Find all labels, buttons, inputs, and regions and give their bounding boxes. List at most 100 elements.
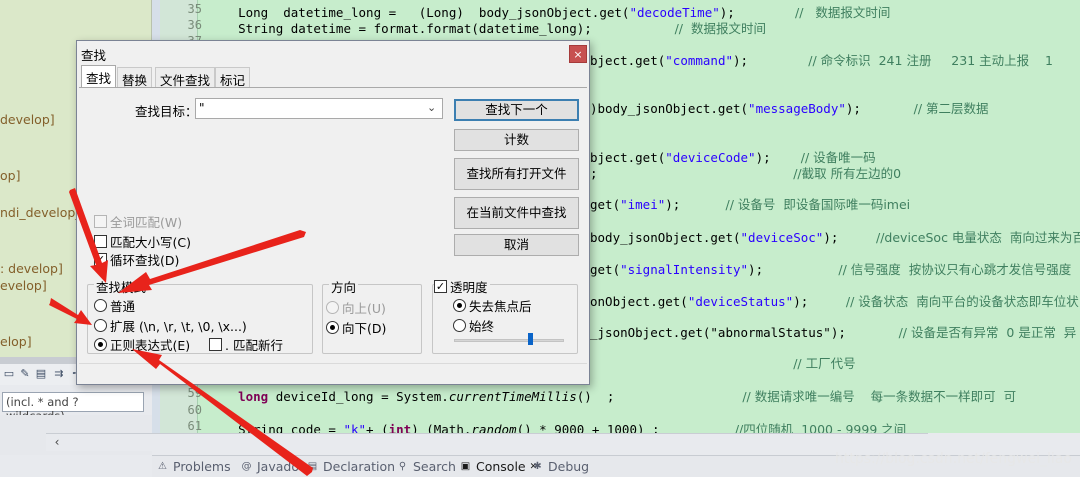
direction-down-label: 向下(D) — [342, 321, 387, 336]
code-line-fragment[interactable]: body_jsonObject.get("deviceSoc"); //devi… — [590, 227, 1080, 246]
close-button[interactable]: × — [569, 45, 587, 63]
dialog-status-bar — [79, 363, 587, 383]
tab-problems[interactable]: ⚠ Problems — [156, 459, 231, 474]
mode-normal-label: 普通 — [110, 299, 136, 314]
transparency-on-lose-focus-radio[interactable]: 失去焦点后 — [453, 296, 532, 315]
problems-icon: ⚠ — [158, 461, 167, 472]
always-label: 始终 — [469, 319, 495, 334]
checkmark-icon: ✓ — [94, 253, 107, 266]
project-tree-item[interactable]: evelop] — [0, 278, 47, 293]
project-tree-item[interactable]: ndi_develop_ — [0, 205, 82, 220]
code-line-fragment[interactable]: // 工厂代号 — [590, 353, 855, 372]
filter-input[interactable]: (incl. * and ? wildcards) — [2, 392, 144, 423]
code-line-fragment[interactable]: onObject.get("deviceStatus"); // 设备状态 南向… — [590, 291, 1079, 310]
tab-search[interactable]: ⚲ Search — [396, 459, 456, 474]
match-case-checkbox[interactable]: 匹配大小写(C) — [94, 232, 191, 251]
radio-icon — [326, 301, 339, 314]
mode-regex-radio[interactable]: 正则表达式(E) — [94, 335, 190, 354]
tab-find-in-files[interactable]: 文件查找 — [155, 67, 216, 88]
code-line-fragment[interactable]: _jsonObject.get("abnormalStatus"); // 设备… — [590, 322, 1076, 341]
on-lose-focus-label: 失去焦点后 — [469, 299, 532, 314]
find-dialog: 查找 × 查找 替换 文件查找 标记 查找目标： " ⌄ 查找下一个 计数 查找… — [76, 40, 590, 385]
whole-word-checkbox[interactable]: 全词匹配(W) — [94, 212, 182, 231]
match-case-label: 匹配大小写(C) — [110, 235, 191, 250]
tab-find[interactable]: 查找 — [81, 65, 117, 87]
cancel-button[interactable]: 取消 — [454, 234, 579, 256]
project-tree-item[interactable]: : develop] — [0, 261, 63, 276]
horizontal-scrollbar[interactable] — [46, 433, 928, 451]
dot-matches-newline-label: . 匹配新行 — [225, 338, 283, 353]
tab-label: Javadoc — [257, 459, 306, 474]
debug-icon: ✱ — [533, 461, 542, 472]
dialog-title: 查找 — [81, 48, 107, 63]
scroll-left-icon[interactable]: ‹ — [50, 434, 64, 450]
code-line[interactable]: String code = "k"+ (int) (Math.random() … — [208, 419, 906, 433]
tab-debug[interactable]: ✱ Debug — [531, 459, 589, 474]
declaration-icon: ▤ — [307, 461, 318, 472]
tab-label: Problems — [173, 459, 231, 474]
find-all-open-files-button[interactable]: 查找所有打开文件 — [454, 158, 579, 190]
javadoc-icon: @ — [241, 461, 252, 472]
code-line-fragment[interactable]: )body_jsonObject.get("messageBody"); // … — [590, 98, 989, 117]
radio-icon — [94, 319, 107, 332]
direction-up-label: 向上(U) — [342, 301, 386, 316]
mode-regex-label: 正则表达式(E) — [110, 338, 191, 353]
line-number: 35 — [187, 2, 202, 16]
layout-icon[interactable]: ▤ — [34, 367, 48, 381]
console-view-icon[interactable]: ▭ — [2, 367, 16, 381]
tab-mark[interactable]: 标记 — [215, 67, 251, 88]
tab-declaration[interactable]: ▤ Declaration — [306, 459, 395, 474]
watermark: https://blog.csdn.net/fengwei_liao — [835, 451, 1072, 467]
transparency-always-radio[interactable]: 始终 — [453, 316, 494, 335]
transparency-checkbox[interactable]: ✓ 透明度 — [434, 277, 490, 296]
wrap-around-label: 循环查找(D) — [110, 253, 180, 268]
radio-icon — [453, 319, 466, 332]
radio-icon — [94, 299, 107, 312]
whole-word-label: 全词匹配(W) — [110, 215, 183, 230]
tab-javadoc[interactable]: @ Javadoc — [240, 459, 306, 474]
tab-label: Console — [476, 459, 526, 474]
code-line-fragment[interactable]: get("imei"); // 设备号 即设备国际唯一码imei — [590, 194, 910, 213]
checkbox-icon — [209, 338, 222, 351]
edit-icon[interactable]: ✎ — [18, 367, 32, 381]
find-target-label: 查找目标： — [135, 104, 198, 119]
direction-title: 方向 — [329, 277, 359, 296]
tab-replace[interactable]: 替换 — [117, 67, 153, 88]
tab-console[interactable]: ▣ Console ✕ — [459, 459, 537, 474]
project-tree-item[interactable]: develop] — [0, 112, 55, 127]
dot-matches-newline-checkbox[interactable]: . 匹配新行 — [209, 335, 283, 354]
line-number: 61 — [187, 419, 202, 433]
transparency-label: 透明度 — [450, 280, 488, 295]
code-line-fragment[interactable]: bject.get("command"); // 命令标识 241 注册 231… — [590, 50, 1053, 69]
transparency-slider-thumb[interactable] — [527, 333, 533, 345]
count-button[interactable]: 计数 — [454, 129, 579, 151]
tab-label: Debug — [548, 459, 590, 474]
code-line[interactable]: long deviceId_long = System.currentTimeM… — [208, 386, 1016, 405]
code-line-fragment[interactable]: ; //截取 所有左边的0 — [590, 163, 901, 182]
project-tree-item[interactable]: op] — [0, 168, 20, 183]
find-in-current-file-button[interactable]: 在当前文件中查找 — [454, 197, 579, 229]
search-icon: ⚲ — [398, 461, 407, 472]
code-line[interactable]: String datetime = format.format(datetime… — [208, 18, 766, 37]
chevron-down-icon[interactable]: ⌄ — [427, 101, 436, 114]
link-icon[interactable]: ⇉ — [52, 367, 66, 381]
radio-selected-icon — [326, 321, 339, 334]
mode-normal-radio[interactable]: 普通 — [94, 296, 135, 315]
checkbox-icon — [94, 215, 107, 228]
checkbox-icon — [94, 235, 107, 248]
find-next-button[interactable]: 查找下一个 — [454, 99, 579, 121]
tab-label: Search — [413, 459, 456, 474]
mode-extended-radio[interactable]: 扩展 (\n, \r, \t, \0, \x...) — [94, 316, 247, 335]
find-target-input[interactable]: " — [195, 98, 443, 119]
mode-extended-label: 扩展 (\n, \r, \t, \0, \x...) — [110, 319, 247, 334]
line-number: 36 — [187, 18, 202, 32]
project-tree-item[interactable]: elop] — [0, 334, 32, 349]
line-number: 59 — [187, 386, 202, 400]
radio-selected-icon — [94, 338, 107, 351]
wrap-around-checkbox[interactable]: ✓ 循环查找(D) — [94, 250, 179, 269]
code-line-fragment[interactable]: get("signalIntensity"); // 信号强度 按协议只有心跳才… — [590, 259, 1071, 278]
transparency-slider-track[interactable] — [454, 339, 564, 342]
direction-up-radio[interactable]: 向上(U) — [326, 298, 386, 317]
direction-down-radio[interactable]: 向下(D) — [326, 318, 386, 337]
line-number: 60 — [187, 403, 202, 417]
